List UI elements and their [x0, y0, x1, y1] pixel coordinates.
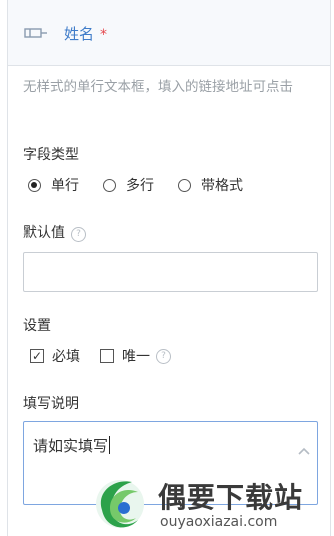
watermark-logo-icon — [96, 480, 144, 528]
watermark-title: 偶要下载站 — [158, 481, 304, 514]
field-name-text: 姓名 — [64, 25, 95, 43]
help-icon[interactable]: ? — [156, 348, 171, 364]
help-icon[interactable]: ? — [71, 227, 86, 242]
field-type-label: 字段类型 — [23, 147, 79, 163]
radio-unselected-icon — [178, 178, 191, 192]
radio-label: 多行 — [126, 178, 154, 194]
radio-unselected-icon — [103, 178, 116, 192]
watermark-url: ouyaoxiazai.com — [160, 514, 278, 530]
checkbox-checked-icon: ✓ — [30, 349, 44, 363]
field-type-options: 单行 多行 带格式 — [28, 175, 267, 195]
instructions-text: 请如实填写 — [33, 435, 111, 456]
radio-label: 单行 — [51, 178, 79, 194]
settings-label: 设置 — [23, 318, 51, 334]
text-field-icon — [24, 28, 47, 38]
settings-options: ✓ 必填 唯一 ? — [30, 346, 191, 366]
default-value-label: 默认值? — [23, 222, 86, 242]
checkbox-required[interactable]: ✓ 必填 — [30, 346, 80, 366]
radio-label: 带格式 — [201, 178, 243, 194]
chevron-up-icon[interactable] — [297, 444, 311, 458]
radio-rich-text[interactable]: 带格式 — [178, 175, 243, 195]
field-title: 姓名 * — [64, 23, 107, 44]
radio-multi-line[interactable]: 多行 — [103, 175, 154, 195]
instructions-label: 填写说明 — [23, 396, 79, 412]
checkbox-label: 唯一 — [122, 349, 150, 365]
required-asterisk: * — [100, 27, 108, 43]
checkbox-label: 必填 — [52, 349, 80, 365]
default-value-label-text: 默认值 — [23, 225, 65, 241]
default-value-input[interactable] — [23, 252, 318, 292]
radio-selected-icon — [28, 178, 41, 192]
text-caret — [109, 436, 111, 454]
checkbox-unique[interactable]: 唯一 ? — [100, 346, 171, 366]
field-hint: 无样式的单行文本框，填入的链接地址可点击 — [23, 79, 293, 95]
checkbox-unchecked-icon — [100, 349, 114, 363]
watermark: 偶要下载站 ouyaoxiazai.com — [88, 470, 334, 536]
radio-single-line[interactable]: 单行 — [28, 175, 79, 195]
field-header[interactable]: 姓名 * — [7, 0, 331, 66]
instructions-value: 请如实填写 — [33, 437, 109, 455]
